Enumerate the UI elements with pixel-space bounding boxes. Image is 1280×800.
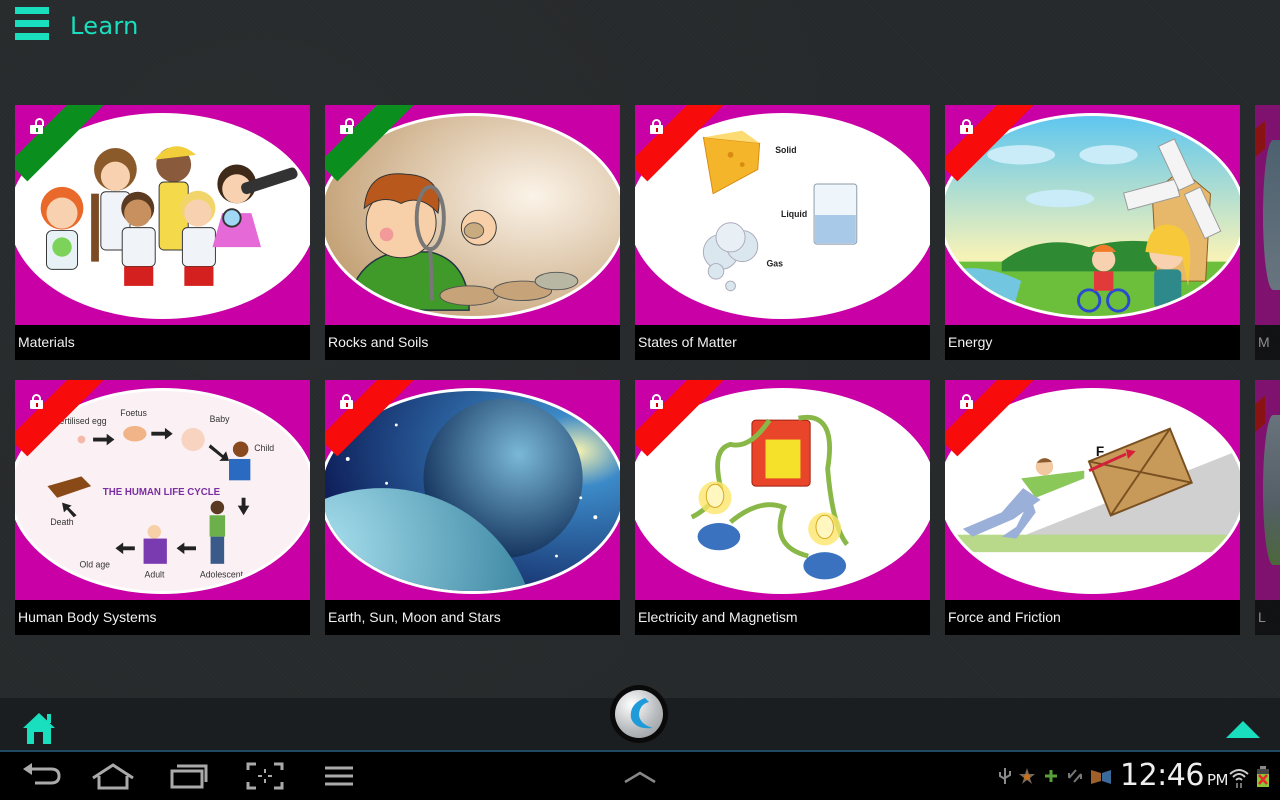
status-clock: 12:46 PM [1120, 758, 1228, 793]
solid-text: Solid [775, 145, 796, 155]
topic-card-partial[interactable]: M [1255, 105, 1280, 360]
screenshot-button[interactable] [240, 760, 290, 792]
topic-label: Earth, Sun, Moon and Stars [325, 600, 620, 635]
clock-ampm: PM [1206, 771, 1229, 789]
home-icon[interactable] [21, 711, 57, 745]
topic-label: M [1255, 325, 1280, 360]
liquid-text: Liquid [781, 209, 807, 219]
locked-padlock-icon [30, 394, 43, 409]
app-bottom-bar [0, 685, 1280, 752]
stage-child: Child [254, 443, 274, 453]
locked-padlock-icon [650, 119, 663, 134]
topic-label: Force and Friction [945, 600, 1240, 635]
menu-button[interactable] [314, 760, 364, 792]
topic-card-materials[interactable]: Materials [15, 105, 310, 360]
unlocked-padlock-icon [30, 118, 44, 134]
recent-apps-button[interactable] [164, 760, 214, 792]
locked-padlock-icon [960, 119, 973, 134]
system-navigation-bar: 12:46 PM [0, 752, 1280, 800]
stage-foetus: Foetus [120, 408, 147, 418]
plus-icon [1042, 766, 1060, 786]
back-button[interactable] [15, 760, 65, 792]
topic-card-electricity-and-magnetism[interactable]: Electricity and Magnetism [635, 380, 930, 635]
topic-label: Human Body Systems [15, 600, 310, 635]
unlocked-padlock-icon [340, 118, 354, 134]
wifi-icon [1228, 766, 1250, 788]
topic-card-states-of-matter[interactable]: Solid Liquid Gas States of Matter [635, 105, 930, 360]
scroll-up-triangle-icon[interactable] [1226, 721, 1260, 738]
locked-padlock-icon [650, 394, 663, 409]
topic-card-partial[interactable]: L [1255, 380, 1280, 635]
stage-old-age: Old age [79, 560, 110, 570]
app-logo-button[interactable] [610, 685, 668, 743]
stage-baby: Baby [210, 414, 231, 424]
topic-label: Rocks and Soils [325, 325, 620, 360]
topic-label: Materials [15, 325, 310, 360]
usb-icon [996, 766, 1014, 786]
top-bar: Learn [0, 0, 1280, 54]
topic-card-force-and-friction[interactable]: F Force and Friction [945, 380, 1240, 635]
hamburger-menu-icon[interactable] [15, 7, 49, 40]
locked-padlock-icon [960, 394, 973, 409]
topic-label: Electricity and Magnetism [635, 600, 930, 635]
topic-label: States of Matter [635, 325, 930, 360]
topic-card-human-body-systems[interactable]: Fertilised egg Foetus Baby Child THE HUM… [15, 380, 310, 635]
locked-padlock-icon [340, 394, 353, 409]
sync-icon [1066, 766, 1084, 786]
force-label: F [1096, 444, 1104, 459]
star-icon [1018, 766, 1036, 786]
topic-label: L [1255, 600, 1280, 635]
stage-adolescent: Adolescent [200, 569, 244, 579]
topic-card-earth-sun-moon-and-stars[interactable]: Earth, Sun, Moon and Stars [325, 380, 620, 635]
page-title: Learn [70, 12, 139, 40]
life-cycle-title: THE HUMAN LIFE CYCLE [103, 487, 221, 498]
topic-label: Energy [945, 325, 1240, 360]
media-icon [1089, 766, 1113, 786]
show-more-chevron-icon[interactable] [615, 760, 665, 792]
home-nav-button[interactable] [88, 760, 138, 792]
topic-card-energy[interactable]: Energy [945, 105, 1240, 360]
gas-text: Gas [766, 258, 783, 268]
clock-time: 12:46 [1120, 758, 1204, 793]
stage-death: Death [50, 517, 73, 527]
stage-adult: Adult [145, 569, 165, 579]
topic-card-rocks-and-soils[interactable]: Rocks and Soils [325, 105, 620, 360]
battery-icon [1256, 766, 1270, 787]
